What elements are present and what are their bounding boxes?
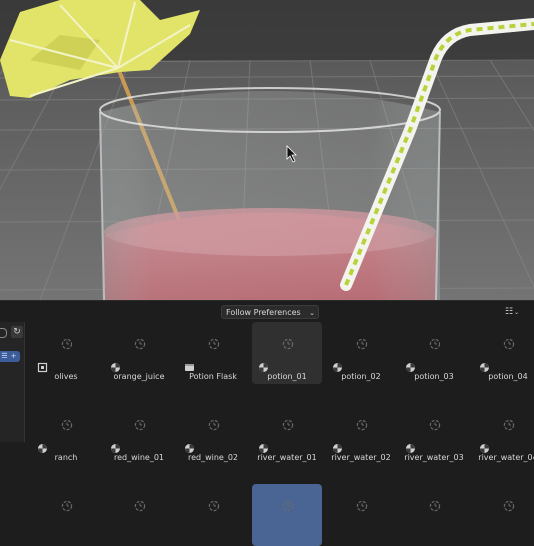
loading-preview-icon bbox=[503, 335, 515, 350]
asset-tile[interactable] bbox=[473, 484, 534, 546]
loading-preview-icon bbox=[429, 416, 441, 431]
asset-tile[interactable]: red_wine_02 bbox=[178, 403, 248, 465]
loading-preview-icon bbox=[503, 497, 515, 512]
loading-preview-icon bbox=[282, 335, 294, 350]
asset-tile[interactable] bbox=[399, 484, 469, 546]
material-icon bbox=[332, 439, 343, 453]
asset-label: red_wine_02 bbox=[187, 453, 239, 462]
add-catalog-icon: + bbox=[10, 352, 17, 360]
object-icon bbox=[37, 358, 48, 373]
asset-tile[interactable] bbox=[178, 484, 248, 546]
collapse-handle[interactable] bbox=[0, 328, 7, 338]
refresh-icon[interactable]: ↻ bbox=[11, 326, 23, 338]
loading-preview-icon bbox=[356, 416, 368, 431]
asset-tile[interactable]: potion_04 bbox=[473, 322, 534, 384]
loading-preview-icon bbox=[356, 497, 368, 512]
loading-preview-icon bbox=[356, 335, 368, 350]
loading-preview-icon bbox=[208, 416, 220, 431]
chevron-down-icon: ⌄ bbox=[309, 309, 315, 317]
material-icon bbox=[405, 439, 416, 453]
asset-tile[interactable] bbox=[326, 484, 396, 546]
material-icon bbox=[258, 439, 269, 453]
asset-label: potion_03 bbox=[414, 372, 454, 381]
material-icon bbox=[37, 439, 48, 453]
loading-preview-icon bbox=[208, 497, 220, 512]
loading-preview-icon bbox=[61, 497, 73, 512]
asset-tile[interactable]: red_wine_01 bbox=[104, 403, 174, 465]
loading-preview-icon bbox=[282, 416, 294, 431]
loading-preview-icon bbox=[61, 416, 73, 431]
loading-preview-icon bbox=[282, 497, 294, 512]
asset-label: olives bbox=[54, 372, 78, 381]
asset-tile[interactable]: potion_03 bbox=[399, 322, 469, 384]
asset-label: Potion Flask bbox=[189, 372, 237, 381]
loading-preview-icon bbox=[429, 497, 441, 512]
asset-label: red_wine_01 bbox=[113, 453, 165, 462]
asset-label: orange_juice bbox=[113, 372, 165, 381]
loading-preview-icon bbox=[429, 335, 441, 350]
loading-preview-icon bbox=[134, 497, 146, 512]
asset-tile[interactable]: olives bbox=[31, 322, 101, 384]
asset-browser-header: Follow Preferences ⌄ ☷⌄ bbox=[0, 300, 534, 323]
loading-preview-icon bbox=[503, 416, 515, 431]
asset-label: ranch bbox=[54, 453, 78, 462]
material-icon bbox=[184, 439, 195, 453]
asset-grid: olives orange_juice Potion Flask potion_01 p… bbox=[26, 322, 534, 546]
asset-label: potion_01 bbox=[267, 372, 307, 381]
catalog-icon: ☰ bbox=[1, 352, 8, 360]
asset-browser: Follow Preferences ⌄ ☷⌄ ↻ ☰ + olives orang… bbox=[0, 300, 534, 546]
3d-viewport[interactable] bbox=[0, 0, 534, 300]
cocktail-umbrella bbox=[0, 0, 200, 98]
asset-tile[interactable]: river_water_04 bbox=[473, 403, 534, 465]
asset-library-sidebar: ↻ ☰ + bbox=[0, 322, 25, 442]
asset-tile[interactable]: ranch bbox=[31, 403, 101, 465]
chevron-down-icon: ⌄ bbox=[514, 309, 520, 316]
grid-view-icon: ☷ bbox=[505, 307, 514, 317]
material-icon bbox=[332, 358, 343, 372]
loading-preview-icon bbox=[208, 335, 220, 350]
asset-tile[interactable]: Potion Flask bbox=[178, 322, 248, 384]
asset-tile[interactable] bbox=[104, 484, 174, 546]
asset-label: river_water_04 bbox=[478, 453, 534, 462]
asset-tile[interactable]: river_water_03 bbox=[399, 403, 469, 465]
import-method-label: Follow Preferences bbox=[226, 308, 301, 317]
asset-label: potion_02 bbox=[341, 372, 381, 381]
loading-preview-icon bbox=[134, 416, 146, 431]
asset-label: river_water_01 bbox=[257, 453, 317, 462]
viewport-scene bbox=[0, 0, 534, 300]
material-icon bbox=[405, 358, 416, 372]
material-icon bbox=[110, 439, 121, 453]
material-icon bbox=[110, 358, 121, 372]
catalog-selector[interactable]: ☰ + bbox=[0, 351, 20, 362]
display-mode-button[interactable]: ☷⌄ bbox=[505, 305, 527, 319]
collection-icon bbox=[184, 358, 195, 371]
asset-tile[interactable]: potion_01 bbox=[252, 322, 322, 384]
asset-label: potion_04 bbox=[488, 372, 528, 381]
asset-label: river_water_03 bbox=[404, 453, 464, 462]
loading-preview-icon bbox=[134, 335, 146, 350]
asset-tile[interactable]: potion_02 bbox=[326, 322, 396, 384]
import-method-dropdown[interactable]: Follow Preferences ⌄ bbox=[221, 305, 319, 319]
asset-label: river_water_02 bbox=[331, 453, 391, 462]
asset-tile[interactable] bbox=[252, 484, 322, 546]
asset-tile[interactable]: orange_juice bbox=[104, 322, 174, 384]
material-icon bbox=[258, 358, 269, 372]
material-icon bbox=[479, 358, 490, 372]
loading-preview-icon bbox=[61, 335, 73, 350]
asset-tile[interactable]: river_water_01 bbox=[252, 403, 322, 465]
material-icon bbox=[479, 439, 490, 453]
asset-tile[interactable] bbox=[31, 484, 101, 546]
asset-tile[interactable]: river_water_02 bbox=[326, 403, 396, 465]
